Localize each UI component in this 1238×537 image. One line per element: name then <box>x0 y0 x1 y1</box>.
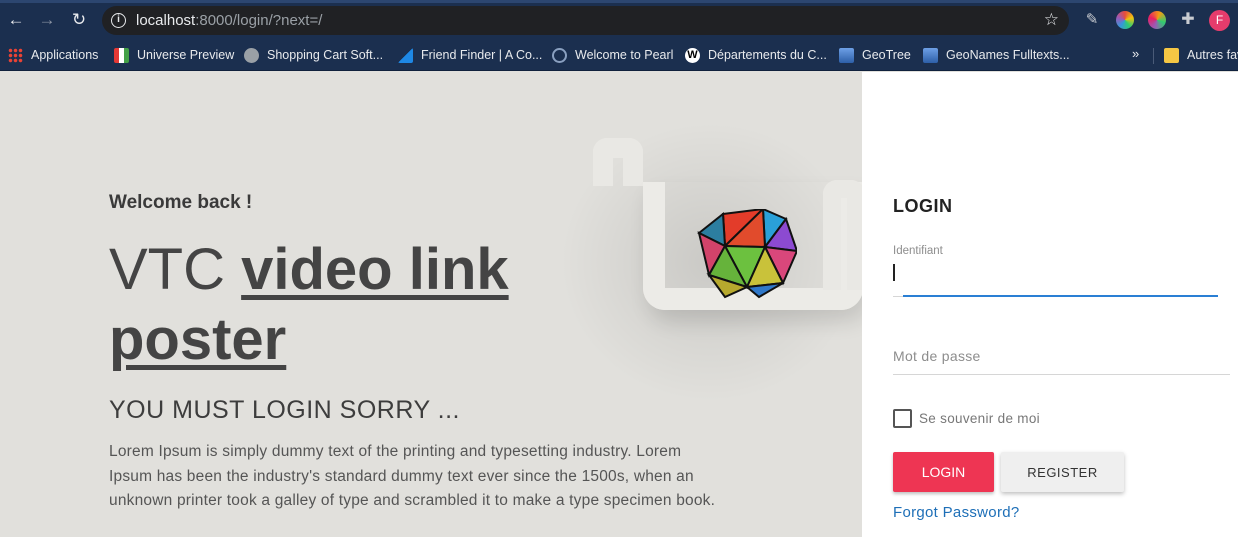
bookmark-star-icon[interactable]: ☆ <box>1044 10 1059 30</box>
geotree-icon <box>839 47 854 63</box>
folder-icon <box>1164 47 1179 63</box>
password-input[interactable] <box>893 337 1230 375</box>
login-title: LOGIN <box>893 196 953 216</box>
color-picker-extension-icon[interactable] <box>1145 8 1169 32</box>
shelf-hook <box>593 138 643 186</box>
back-arrow-icon[interactable]: ← <box>7 11 25 29</box>
bookmarks-separator <box>1153 48 1154 64</box>
url-text[interactable]: localhost:8000/login/?next=/ <box>136 12 322 29</box>
bookmarks-bar: Applications Universe Preview Shopping C… <box>0 40 1238 71</box>
globe-icon <box>244 47 259 63</box>
bookmarks-overflow-chevron-icon[interactable]: » <box>1132 46 1139 61</box>
reload-icon[interactable]: ↻ <box>70 11 88 29</box>
login-required-subtitle: YOU MUST LOGIN SORRY ... <box>109 396 460 424</box>
bookmark-label: Applications <box>31 48 99 62</box>
bookmark-label: Départements du C... <box>708 48 827 62</box>
text-caret <box>893 264 895 281</box>
hero-description: Lorem Ipsum is simply dummy text of the … <box>109 443 716 509</box>
app-title: VTC video link poster <box>109 235 629 375</box>
welcome-heading: Welcome back ! <box>109 192 253 213</box>
shelf-back <box>823 180 862 290</box>
pearl-icon <box>552 47 567 63</box>
color-wheel-extension-icon[interactable] <box>1116 11 1134 29</box>
hero-panel: Welcome back ! VTC video link poster YOU… <box>0 72 862 537</box>
remember-me[interactable]: Se souvenir de moi <box>893 409 1040 428</box>
profile-avatar[interactable]: F <box>1209 10 1230 31</box>
url-host: localhost <box>136 12 196 29</box>
polyhedron-gem-icon <box>697 209 797 299</box>
bookmark-label: GeoTree <box>862 48 911 62</box>
bookmark-autres-favoris[interactable]: Autres favoris <box>1164 46 1238 64</box>
bookmark-label: Autres favoris <box>1187 48 1238 62</box>
remember-me-checkbox[interactable] <box>893 409 912 428</box>
bookmark-label: Shopping Cart Soft... <box>267 48 384 62</box>
bookmark-label: GeoNames Fulltexts... <box>946 48 1070 62</box>
bookmark-friend-finder[interactable]: Friend Finder | A Co... <box>398 46 542 64</box>
identifiant-input[interactable] <box>893 259 1218 297</box>
bookmark-label: Welcome to Pearl <box>575 48 674 62</box>
site-info-icon[interactable]: i <box>111 13 126 28</box>
geonames-icon <box>923 47 938 63</box>
url-path: :8000/login/?next=/ <box>195 12 323 29</box>
address-bar[interactable]: i localhost:8000/login/?next=/ ☆ <box>102 6 1069 35</box>
bookmark-pearl[interactable]: Welcome to Pearl <box>552 46 673 64</box>
remember-me-label[interactable]: Se souvenir de moi <box>919 411 1040 426</box>
bookmark-shopping-cart[interactable]: Shopping Cart Soft... <box>244 46 383 64</box>
apps-grid-icon <box>8 47 23 63</box>
bookmark-geotree[interactable]: GeoTree <box>839 46 911 64</box>
login-panel: LOGIN Identifiant Se souvenir de moi LOG… <box>862 72 1238 537</box>
input-focus-underline <box>903 295 1218 297</box>
universe-icon <box>114 47 129 63</box>
bookmark-departements[interactable]: W Départements du C... <box>685 46 827 64</box>
tab-strip <box>0 0 1238 3</box>
app-title-prefix: VTC <box>109 237 225 302</box>
bookmark-universe-preview[interactable]: Universe Preview <box>114 46 234 64</box>
identifiant-label: Identifiant <box>893 245 943 257</box>
login-button[interactable]: LOGIN <box>893 452 994 492</box>
extensions-puzzle-icon[interactable]: ✚ <box>1179 11 1197 29</box>
bookmark-label: Universe Preview <box>137 48 235 62</box>
eyedropper-extension-icon[interactable]: ✎ <box>1083 11 1101 29</box>
forward-arrow-icon[interactable]: → <box>38 11 56 29</box>
bookmark-label: Friend Finder | A Co... <box>421 48 543 62</box>
register-button[interactable]: REGISTER <box>1001 452 1124 492</box>
login-page: Welcome back ! VTC video link poster YOU… <box>0 72 1238 537</box>
forgot-password-link[interactable]: Forgot Password? <box>893 504 1020 521</box>
wikipedia-icon: W <box>685 47 700 63</box>
bookmark-applications[interactable]: Applications <box>8 46 98 64</box>
bookmark-geonames[interactable]: GeoNames Fulltexts... <box>923 46 1070 64</box>
triangle-icon <box>398 47 413 63</box>
browser-toolbar: ← → ↻ i localhost:8000/login/?next=/ ☆ ✎… <box>0 0 1238 40</box>
